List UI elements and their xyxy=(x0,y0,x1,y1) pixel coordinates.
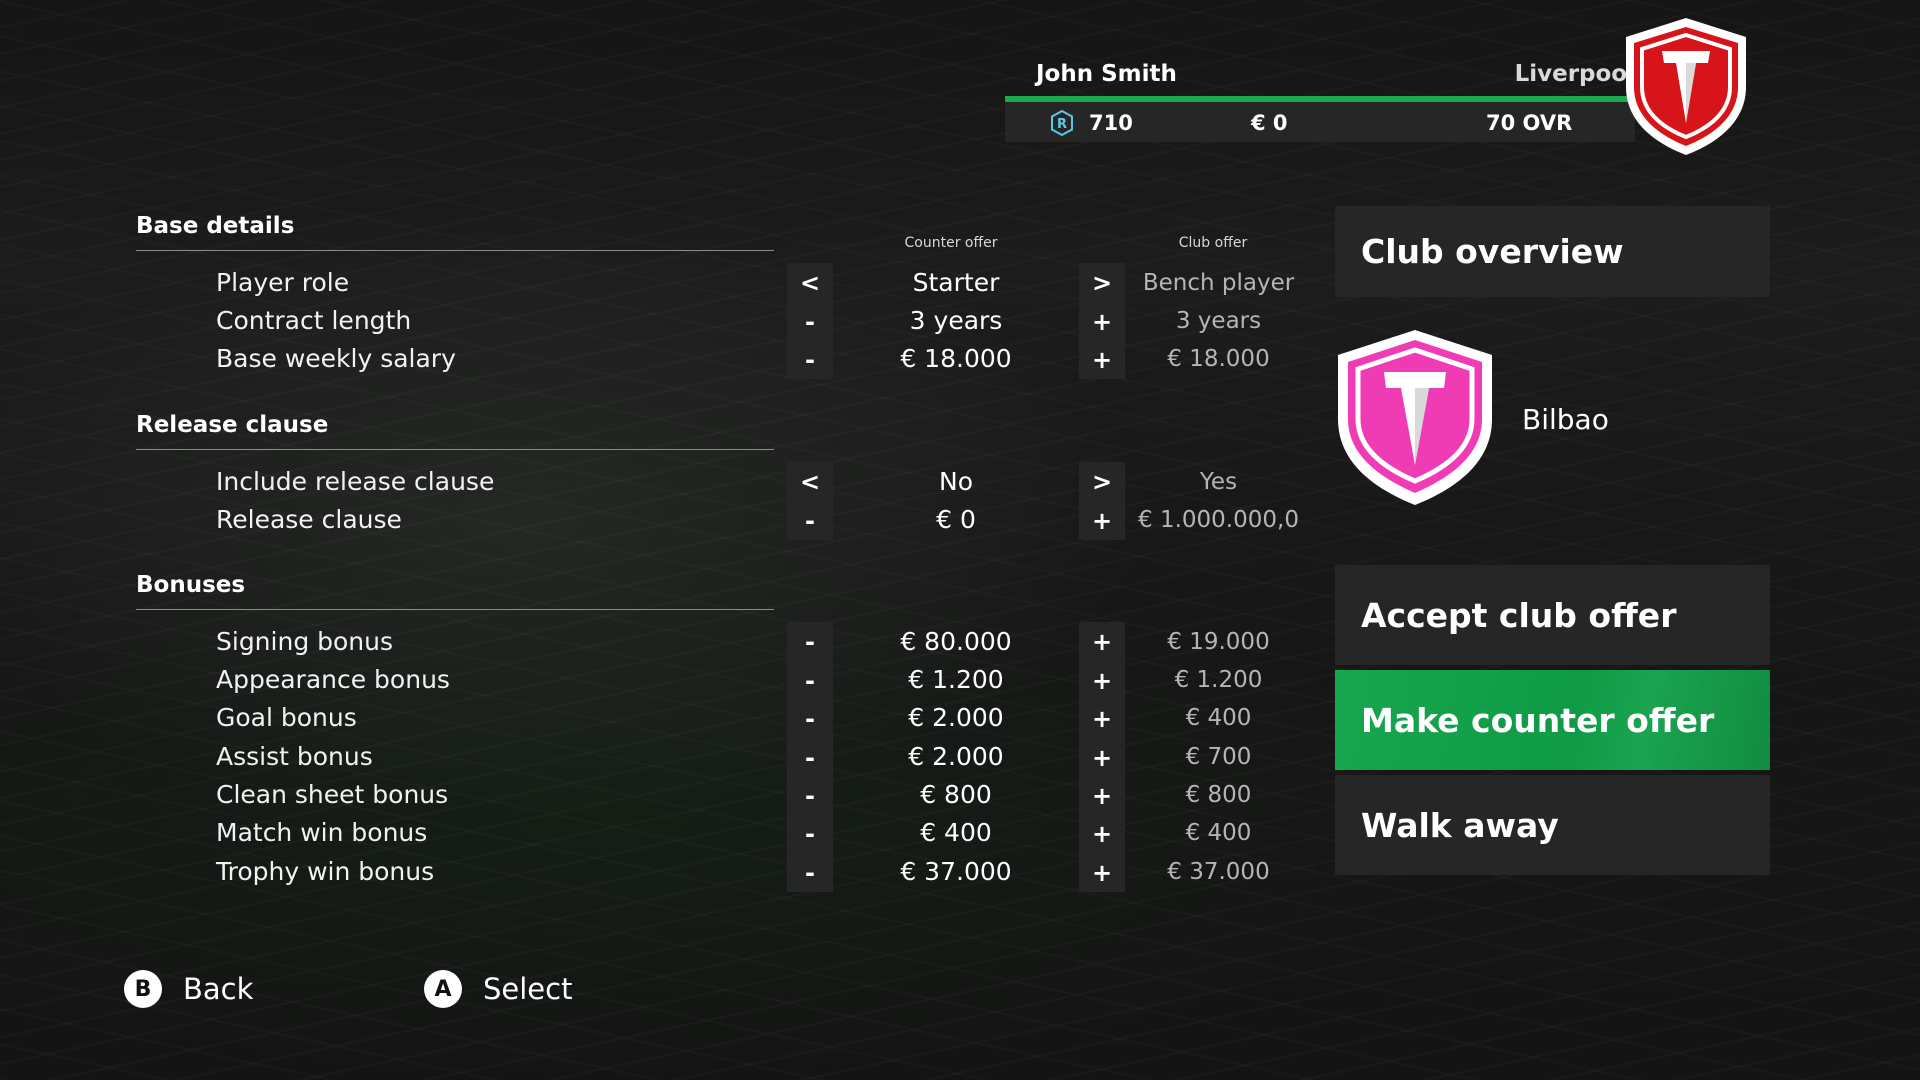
clean-sheet-bonus-counter-value: € 800 xyxy=(920,780,992,809)
back-label: Back xyxy=(183,972,254,1006)
base-weekly-salary-counter-value: € 18.000 xyxy=(900,344,1012,373)
contract-length-decrease-button[interactable]: - xyxy=(787,304,833,340)
trophy-win-bonus-club-value: € 37.000 xyxy=(1167,859,1270,885)
contract-length-increase-button[interactable]: + xyxy=(1079,304,1125,340)
walk-away-button[interactable]: Walk away xyxy=(1335,775,1770,875)
goal-bonus-club-value: € 400 xyxy=(1185,705,1252,731)
section-title-base-details: Base details xyxy=(136,213,295,239)
base-weekly-salary-increase-button[interactable]: + xyxy=(1079,342,1125,378)
reputation-value: 710 xyxy=(1089,111,1133,135)
match-win-bonus-increase-button[interactable]: + xyxy=(1079,816,1125,852)
select-button[interactable]: A Select xyxy=(424,970,572,1008)
match-win-bonus-counter-value: € 400 xyxy=(920,818,992,847)
signing-bonus-decrease-button[interactable]: - xyxy=(787,624,833,660)
trophy-win-bonus-counter-value: € 37.000 xyxy=(900,857,1012,886)
base-weekly-salary-decrease-button[interactable]: - xyxy=(787,342,833,378)
clean-sheet-bonus-club-value: € 800 xyxy=(1185,782,1252,808)
signing-bonus-club-value: € 19.000 xyxy=(1167,629,1270,655)
release-clause-counter-value: € 0 xyxy=(936,505,976,534)
row-label-signing-bonus: Signing bonus xyxy=(216,627,394,656)
trophy-win-bonus-increase-button[interactable]: + xyxy=(1079,855,1125,891)
goal-bonus-increase-button[interactable]: + xyxy=(1079,701,1125,737)
overall-rating: 70 OVR xyxy=(1486,111,1573,135)
row-label-appearance-bonus: Appearance bonus xyxy=(216,665,450,694)
contract-length-club-value: 3 years xyxy=(1175,308,1262,334)
row-label-assist-bonus: Assist bonus xyxy=(216,742,373,771)
signing-bonus-increase-button[interactable]: + xyxy=(1079,624,1125,660)
release-clause-increase-button[interactable]: + xyxy=(1079,503,1125,539)
signing-bonus-counter-value: € 80.000 xyxy=(900,627,1012,656)
appearance-bonus-increase-button[interactable]: + xyxy=(1079,663,1125,699)
current-club-name: Liverpool xyxy=(1514,61,1635,87)
reputation-r-icon: R xyxy=(1051,110,1073,136)
section-divider xyxy=(136,609,774,610)
a-button-icon: A xyxy=(424,970,462,1008)
player-name: John Smith xyxy=(1036,61,1177,87)
svg-text:R: R xyxy=(1057,117,1067,132)
contract-length-counter-value: 3 years xyxy=(909,306,1003,335)
player-role-next-button[interactable]: > xyxy=(1079,265,1125,301)
include-release-clause-next-button[interactable]: > xyxy=(1079,464,1125,500)
section-title-bonuses: Bonuses xyxy=(136,572,246,598)
row-label-contract-length: Contract length xyxy=(216,306,412,335)
include-release-clause-prev-button[interactable]: < xyxy=(787,464,833,500)
row-label-match-win-bonus: Match win bonus xyxy=(216,818,428,847)
negotiating-club-name: Bilbao xyxy=(1522,403,1609,436)
money-value: € 0 xyxy=(1251,111,1288,135)
accept-club-offer-button[interactable]: Accept club offer xyxy=(1335,565,1770,665)
goal-bonus-counter-value: € 2.000 xyxy=(908,703,1004,732)
section-title-release-clause: Release clause xyxy=(136,412,329,438)
match-win-bonus-decrease-button[interactable]: - xyxy=(787,816,833,852)
section-divider xyxy=(136,250,774,251)
select-label: Select xyxy=(483,972,573,1006)
player-role-counter-value: Starter xyxy=(912,268,1000,297)
assist-bonus-counter-value: € 2.000 xyxy=(908,742,1004,771)
player-role-club-value: Bench player xyxy=(1142,270,1295,296)
player-role-prev-button[interactable]: < xyxy=(787,265,833,301)
assist-bonus-increase-button[interactable]: + xyxy=(1079,740,1125,776)
shield-crest-icon xyxy=(1626,18,1746,155)
assist-bonus-club-value: € 700 xyxy=(1185,744,1252,770)
release-clause-decrease-button[interactable]: - xyxy=(787,503,833,539)
section-divider xyxy=(136,449,774,450)
stadium-background xyxy=(0,0,1920,1080)
row-label-player-role: Player role xyxy=(216,268,350,297)
clean-sheet-bonus-decrease-button[interactable]: - xyxy=(787,778,833,814)
club-offer-column-header: Club offer xyxy=(1178,235,1248,251)
trophy-win-bonus-decrease-button[interactable]: - xyxy=(787,855,833,891)
goal-bonus-decrease-button[interactable]: - xyxy=(787,701,833,737)
appearance-bonus-club-value: € 1.200 xyxy=(1174,667,1263,693)
counter-offer-column-header: Counter offer xyxy=(904,235,998,251)
back-button[interactable]: B Back xyxy=(124,970,253,1008)
include-release-clause-club-value: Yes xyxy=(1199,469,1238,495)
row-label-goal-bonus: Goal bonus xyxy=(216,703,357,732)
row-label-release-clause: Release clause xyxy=(216,505,402,534)
appearance-bonus-counter-value: € 1.200 xyxy=(908,665,1004,694)
clean-sheet-bonus-increase-button[interactable]: + xyxy=(1079,778,1125,814)
row-label-include-release-clause: Include release clause xyxy=(216,467,495,496)
player-header: John Smith Liverpool R 710 € 0 70 OVR xyxy=(1005,55,1635,142)
shield-crest-icon xyxy=(1338,330,1492,505)
base-weekly-salary-club-value: € 18.000 xyxy=(1167,346,1270,372)
match-win-bonus-club-value: € 400 xyxy=(1185,820,1252,846)
make-counter-offer-button[interactable]: Make counter offer xyxy=(1335,670,1770,770)
row-label-base-weekly-salary: Base weekly salary xyxy=(216,344,456,373)
row-label-clean-sheet-bonus: Clean sheet bonus xyxy=(216,780,449,809)
b-button-icon: B xyxy=(124,970,162,1008)
appearance-bonus-decrease-button[interactable]: - xyxy=(787,663,833,699)
include-release-clause-counter-value: No xyxy=(939,467,973,496)
club-overview-button[interactable]: Club overview xyxy=(1335,206,1770,297)
row-label-trophy-win-bonus: Trophy win bonus xyxy=(216,857,435,886)
release-clause-club-value: € 1.000.000,0 xyxy=(1138,507,1299,533)
assist-bonus-decrease-button[interactable]: - xyxy=(787,740,833,776)
